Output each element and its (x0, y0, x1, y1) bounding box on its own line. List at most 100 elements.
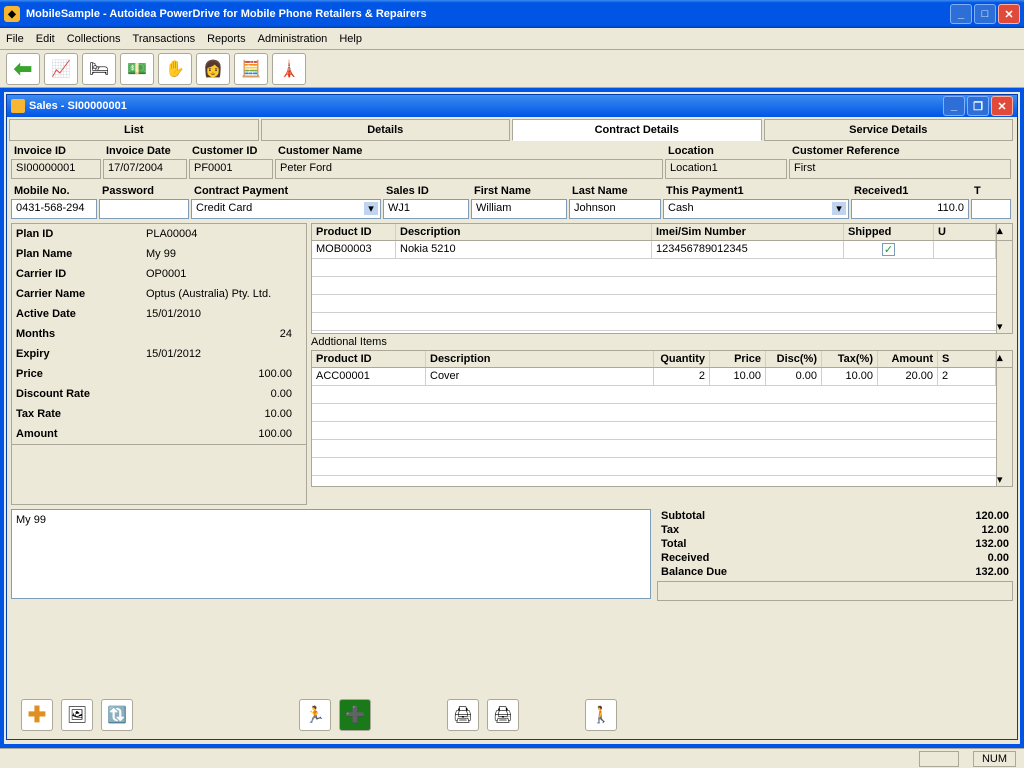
value-months: 24 (146, 328, 302, 340)
child-titlebar: Sales - SI00000001 _ ❐ ✕ (7, 95, 1017, 117)
label-customer-name: Customer Name (275, 143, 665, 159)
minimize-button[interactable]: _ (950, 4, 972, 24)
tab-list[interactable]: List (9, 119, 259, 141)
child-close-button[interactable]: ✕ (991, 96, 1013, 116)
addcol-product-id[interactable]: Product ID (312, 351, 426, 367)
col-u[interactable]: U (934, 224, 996, 240)
field-col-t[interactable] (971, 199, 1011, 219)
addcol-disc[interactable]: Disc(%) (766, 351, 822, 367)
back-button[interactable]: ⬅ (6, 53, 40, 85)
label-active-date: Active Date (16, 308, 146, 320)
menu-transactions[interactable]: Transactions (133, 33, 196, 45)
action-bar: ✚ 🖼 🔃 🏃 ➕ 🖨 🖨 🚶 (21, 699, 1003, 731)
addcell-disc: 0.00 (766, 368, 822, 385)
field-sales-id[interactable]: WJ1 (383, 199, 469, 219)
value-balance-due: 132.00 (929, 566, 1009, 578)
menu-file[interactable]: File (6, 33, 24, 45)
value-total: 132.00 (929, 538, 1009, 550)
value-subtotal: 120.00 (929, 510, 1009, 522)
totals-panel: Subtotal120.00 Tax12.00 Total132.00 Rece… (657, 509, 1013, 601)
label-price: Price (16, 368, 146, 380)
exit-button[interactable]: 🚶 (585, 699, 617, 731)
tab-service-details[interactable]: Service Details (764, 119, 1014, 141)
toolbar-money-icon[interactable]: 💵 (120, 53, 154, 85)
save-add-button[interactable]: ➕ (339, 699, 371, 731)
field-password[interactable] (99, 199, 189, 219)
sync-button[interactable]: 🔃 (101, 699, 133, 731)
field-received[interactable]: 110.0 (851, 199, 969, 219)
addcol-price[interactable]: Price (710, 351, 766, 367)
toolbar-person-icon[interactable]: 👩 (196, 53, 230, 85)
product-scroll-up-icon[interactable]: ▴ (996, 224, 1012, 240)
table-row[interactable]: ACC00001 Cover 2 10.00 0.00 10.00 20.00 … (312, 368, 996, 386)
child-title-text: Sales - SI00000001 (29, 100, 127, 112)
col-imei[interactable]: Imei/Sim Number (652, 224, 844, 240)
value-price: 100.00 (146, 368, 302, 380)
field-mobile-no[interactable]: 0431-568-294 (11, 199, 97, 219)
field-invoice-id: SI00000001 (11, 159, 101, 179)
field-last-name[interactable]: Johnson (569, 199, 661, 219)
menu-collections[interactable]: Collections (67, 33, 121, 45)
menu-help[interactable]: Help (339, 33, 362, 45)
label-received-total: Received (661, 552, 929, 564)
field-customer-reference: First (789, 159, 1011, 179)
col-product-id[interactable]: Product ID (312, 224, 396, 240)
col-shipped[interactable]: Shipped (844, 224, 934, 240)
value-plan-id: PLA00004 (146, 228, 302, 240)
field-this-payment[interactable]: Cash (663, 199, 849, 219)
tab-contract-details[interactable]: Contract Details (512, 119, 762, 141)
addcol-tax[interactable]: Tax(%) (822, 351, 878, 367)
add-scrollbar[interactable]: ▾ (996, 368, 1012, 486)
addcol-quantity[interactable]: Quantity (654, 351, 710, 367)
print-button[interactable]: 🖨 (447, 699, 479, 731)
product-grid: Product ID Description Imei/Sim Number S… (311, 223, 1013, 334)
menu-administration[interactable]: Administration (258, 33, 328, 45)
maximize-button[interactable]: □ (974, 4, 996, 24)
toolbar-tower-icon[interactable]: 🗼 (272, 53, 306, 85)
field-customer-name: Peter Ford (275, 159, 663, 179)
menu-reports[interactable]: Reports (207, 33, 246, 45)
label-first-name: First Name (471, 183, 569, 199)
field-first-name[interactable]: William (471, 199, 567, 219)
label-mobile-no: Mobile No. (11, 183, 99, 199)
addcol-description[interactable]: Description (426, 351, 654, 367)
value-tax-rate: 10.00 (146, 408, 302, 420)
value-received-total: 0.00 (929, 552, 1009, 564)
col-description[interactable]: Description (396, 224, 652, 240)
toolbar-bed-icon[interactable]: 🛏 (82, 53, 116, 85)
add-scroll-up-icon[interactable]: ▴ (996, 351, 1012, 367)
notes-field[interactable]: My 99 (11, 509, 651, 599)
addcell-product-id: ACC00001 (312, 368, 426, 385)
label-months: Months (16, 328, 146, 340)
product-scrollbar[interactable]: ▾ (996, 241, 1012, 333)
table-row[interactable]: MOB00003 Nokia 5210 123456789012345 ✓ (312, 241, 996, 259)
menu-edit[interactable]: Edit (36, 33, 55, 45)
add-button[interactable]: ✚ (21, 699, 53, 731)
receipt-printer-button[interactable]: 🖨 (487, 699, 519, 731)
run-button[interactable]: 🏃 (299, 699, 331, 731)
label-customer-reference: Customer Reference (789, 143, 1013, 159)
tab-details[interactable]: Details (261, 119, 511, 141)
child-restore-button[interactable]: ❐ (967, 96, 989, 116)
close-button[interactable]: ✕ (998, 4, 1020, 24)
toolbar-chart-icon[interactable]: 📈 (44, 53, 78, 85)
app-titlebar: ◆ MobileSample - Autoidea PowerDrive for… (0, 0, 1024, 28)
image-button[interactable]: 🖼 (61, 699, 93, 731)
label-last-name: Last Name (569, 183, 663, 199)
value-expiry: 15/01/2012 (146, 348, 302, 360)
status-bar: NUM (0, 748, 1024, 768)
check-icon: ✓ (882, 243, 895, 256)
cell-u (934, 241, 996, 258)
toolbar-hand-icon[interactable]: ✋ (158, 53, 192, 85)
cell-product-id: MOB00003 (312, 241, 396, 258)
label-carrier-id: Carrier ID (16, 268, 146, 280)
label-invoice-date: Invoice Date (103, 143, 189, 159)
field-contract-payment[interactable]: Credit Card (191, 199, 381, 219)
value-discount-rate: 0.00 (146, 388, 302, 400)
child-minimize-button[interactable]: _ (943, 96, 965, 116)
addcell-quantity: 2 (654, 368, 710, 385)
toolbar-calculator-icon[interactable]: 🧮 (234, 53, 268, 85)
addcol-s[interactable]: S (938, 351, 996, 367)
field-customer-id: PF0001 (189, 159, 273, 179)
addcol-amount[interactable]: Amount (878, 351, 938, 367)
